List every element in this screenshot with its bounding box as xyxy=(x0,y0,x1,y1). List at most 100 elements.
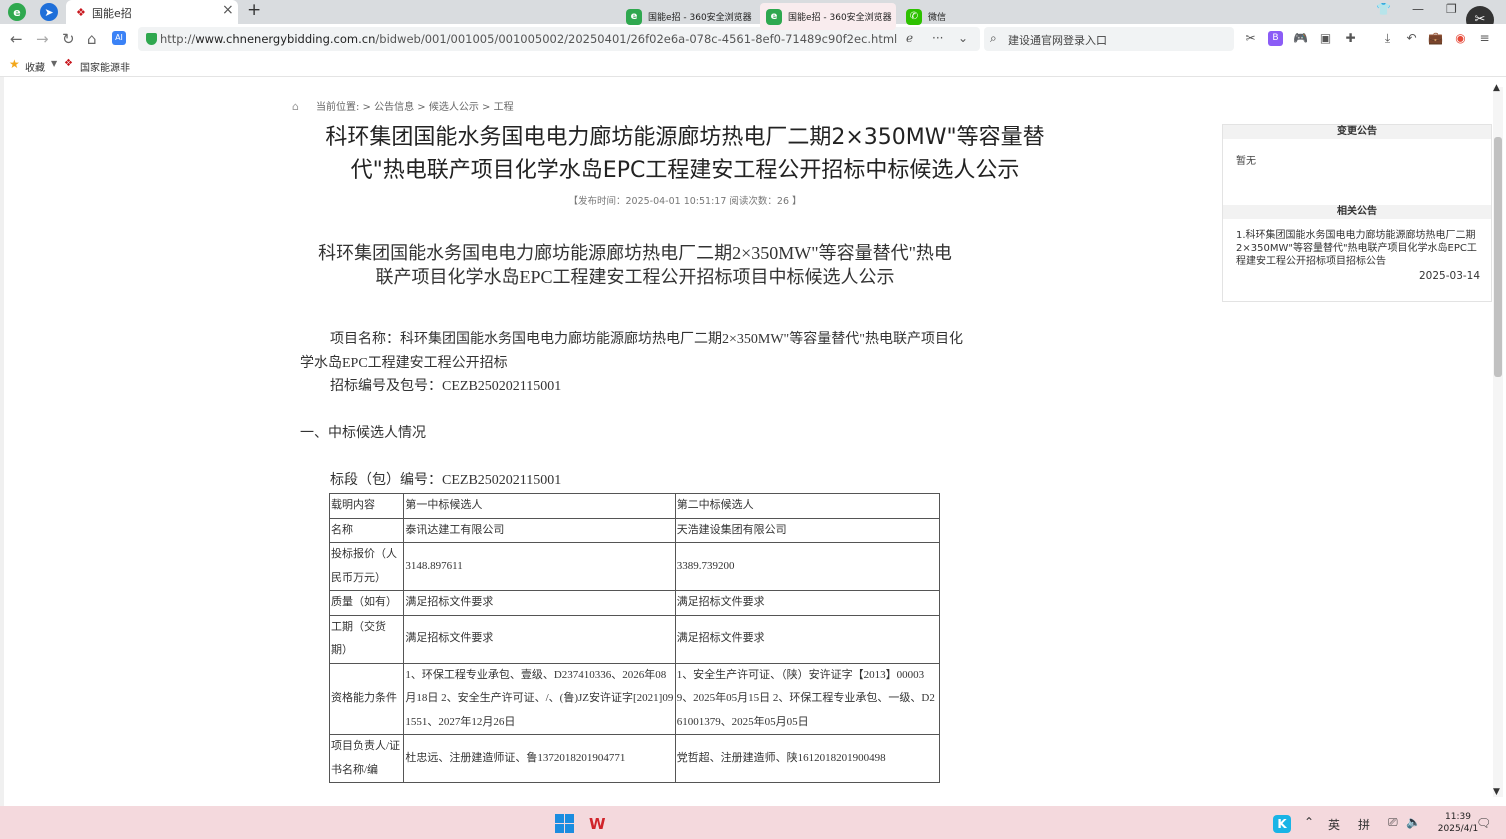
related-notice-header: 相关公告 xyxy=(1223,205,1491,219)
guoneng-logo-icon: ❖ xyxy=(64,58,73,69)
project-name: 项目名称：科环集团国能水务国电电力廊坊能源廊坊热电厂二期2×350MW"等容量替… xyxy=(300,332,963,371)
skin-icon[interactable]: 👕 xyxy=(1376,2,1391,16)
page-content: ⌂ 当前位置: > 公告信息 > 候选人公示 > 工程 科环集团国能水务国电电力廊… xyxy=(0,77,1506,806)
table-row: 项目负责人/证书名称/编 杜忠远、注册建造师证、鲁137201820190477… xyxy=(328,734,941,783)
side-panel: 变更公告 暂无 相关公告 1.科环集团国能水务国电电力廊坊能源廊坊热电厂二期2×… xyxy=(1222,124,1492,302)
table-row: 名称 泰讯达建工有限公司 天浩建设集团有限公司 xyxy=(328,517,941,543)
page-scrollbar[interactable]: ▲ ▼ xyxy=(1493,83,1503,797)
download-icon[interactable]: ⤓ xyxy=(1380,31,1395,46)
back-icon[interactable]: ← xyxy=(10,30,23,48)
bookmark-favorites[interactable]: 收藏 xyxy=(25,59,45,74)
guoneng-logo-icon: ❖ xyxy=(76,6,86,19)
volume-icon[interactable]: 🔈 xyxy=(1406,815,1421,829)
browser-logo-icon[interactable]: e xyxy=(8,3,26,21)
shield-icon xyxy=(146,33,157,45)
table-cell: 名称 xyxy=(328,517,405,543)
k-app-icon[interactable]: K xyxy=(1273,815,1291,833)
search-placeholder: 建设通官网登录入口 xyxy=(1008,34,1107,47)
change-notice-empty: 暂无 xyxy=(1236,156,1256,167)
section-heading: 一、中标候选人情况 xyxy=(300,426,426,441)
refresh-icon[interactable]: ↻ xyxy=(62,30,75,48)
tab-guoneng[interactable]: ❖ 国能e招 × xyxy=(66,0,238,24)
related-notice-link[interactable]: 1.科环集团国能水务国电电力廊坊能源廊坊热电厂二期2×350MW"等容量替代"热… xyxy=(1236,229,1481,268)
table-cell: 质量（如有） xyxy=(328,590,405,616)
minimize-icon[interactable]: — xyxy=(1412,2,1424,16)
game-icon[interactable]: 🎮 xyxy=(1293,31,1308,46)
table-cell: 1、安全生产许可证、（陕）安许证字【2013】000039、2025年05月15… xyxy=(674,662,941,735)
table-cell: 满足招标文件要求 xyxy=(403,614,676,664)
table-cell: 工期（交货期） xyxy=(328,614,405,664)
table-cell: 3148.897611 xyxy=(403,542,676,591)
table-cell: 资格能力条件 xyxy=(328,662,405,735)
table-cell: 满足招标文件要求 xyxy=(674,614,941,664)
taskbar-app-browser-2[interactable]: e 国能e招 - 360安全浏览器 xyxy=(760,3,896,30)
change-notice-header: 变更公告 xyxy=(1223,125,1491,139)
url-domain: www.chnenergybidding.com.cn xyxy=(195,32,376,46)
cut-icon[interactable]: ✂ xyxy=(1243,31,1258,46)
color-circle-icon[interactable]: ◉ xyxy=(1453,31,1468,46)
table-row: 质量（如有） 满足招标文件要求 满足招标文件要求 xyxy=(328,590,941,616)
search-icon: ⌕ xyxy=(990,31,997,45)
close-tab-icon[interactable]: × xyxy=(222,2,234,18)
table-cell: 满足招标文件要求 xyxy=(674,590,941,616)
ai-icon[interactable]: AI xyxy=(112,31,126,45)
scroll-down-icon[interactable]: ▼ xyxy=(1493,787,1500,797)
restore-icon[interactable]: ❐ xyxy=(1446,2,1457,16)
table-cell: 党哲超、注册建造师、陕1612018201900498 xyxy=(674,734,941,783)
notification-icon[interactable]: 🗨 xyxy=(1476,816,1491,830)
extension-purple-icon[interactable]: B xyxy=(1268,31,1283,46)
scroll-up-icon[interactable]: ▲ xyxy=(1493,83,1500,93)
breadcrumb-text[interactable]: 当前位置: > 公告信息 > 候选人公示 > 工程 xyxy=(316,102,514,113)
tab-title: 国能e招 xyxy=(92,7,132,20)
table-cell: 泰讯达建工有限公司 xyxy=(403,517,676,543)
taskbar-app-browser-1[interactable]: e 国能e招 - 360安全浏览器 xyxy=(620,3,756,30)
sidebar-icon[interactable]: ▣ xyxy=(1318,31,1333,46)
table-cell: 3389.739200 xyxy=(674,542,941,591)
windows-start-icon[interactable] xyxy=(555,814,574,833)
table-cell: 满足招标文件要求 xyxy=(403,590,676,616)
page-title-line1: 科环集团国能水务国电电力廊坊能源廊坊热电厂二期2×350MW"等容量替 xyxy=(325,125,1045,150)
home-icon[interactable]: ⌂ xyxy=(292,100,304,113)
wechat-icon: ✆ xyxy=(906,8,922,25)
wps-icon[interactable]: W xyxy=(589,815,606,833)
taskbar-app-wechat[interactable]: ✆ 微信 xyxy=(900,3,956,30)
star-icon: ★ xyxy=(9,57,20,71)
chevron-down-icon[interactable]: ⌄ xyxy=(958,31,968,45)
undo-icon[interactable]: ↶ xyxy=(1404,31,1419,46)
bookmark-site[interactable]: 国家能源非 xyxy=(80,59,130,74)
search-input[interactable]: ⌕ 建设通官网登录入口 xyxy=(984,27,1234,51)
scrollbar-thumb[interactable] xyxy=(1494,137,1502,377)
chevron-down-icon[interactable]: ▼ xyxy=(51,59,57,68)
network-icon[interactable]: ⎚ xyxy=(1388,815,1398,830)
table-cell: 杜忠远、注册建造师证、鲁1372018201904771 xyxy=(403,734,676,783)
bid-number: 招标编号及包号：CEZB250202115001 xyxy=(330,379,562,394)
table-cell: 1、环保工程专业承包、壹级、D237410336、2026年08月18日 2、安… xyxy=(403,662,676,735)
home-icon[interactable]: ⌂ xyxy=(87,30,97,48)
lot-number: 标段（包）编号：CEZB250202115001 xyxy=(330,473,562,488)
browser-logo-icon: e xyxy=(766,8,782,25)
ime-english[interactable]: 英 xyxy=(1328,816,1340,833)
table-header-row: 载明内容 第一中标候选人 第二中标候选人 xyxy=(328,493,941,519)
more-icon[interactable]: ··· xyxy=(932,31,943,45)
extensions-icon[interactable]: ✚ xyxy=(1343,31,1358,46)
left-gutter xyxy=(0,77,4,806)
send-icon[interactable]: ➤ xyxy=(40,3,58,21)
table-cell: 项目负责人/证书名称/编 xyxy=(328,734,405,783)
chevron-up-icon[interactable]: ⌃ xyxy=(1304,815,1314,829)
new-tab-button[interactable]: + xyxy=(247,0,261,20)
table-cell: 天浩建设集团有限公司 xyxy=(674,517,941,543)
menu-icon[interactable]: ≡ xyxy=(1477,31,1492,46)
document-title: 科环集团国能水务国电电力廊坊能源廊坊热电厂二期2×350MW"等容量替代"热电 … xyxy=(318,243,952,287)
table-cell: 第二中标候选人 xyxy=(674,493,941,519)
table-cell: 第一中标候选人 xyxy=(403,493,676,519)
table-row: 投标报价（人民币万元） 3148.897611 3389.739200 xyxy=(328,542,941,591)
table-cell: 投标报价（人民币万元） xyxy=(328,542,405,591)
url-path: /bidweb/001/001005/001005002/20250401/26… xyxy=(375,32,898,46)
ime-pinyin[interactable]: 拼 xyxy=(1358,816,1370,833)
browser-logo-icon: e xyxy=(626,8,642,25)
publish-meta: 【发布时间：2025-04-01 10:51:17 阅读次数：26 】 xyxy=(568,196,802,207)
briefcase-icon[interactable]: 💼 xyxy=(1428,31,1443,46)
ie-mode-icon[interactable]: ℯ xyxy=(906,31,913,45)
url-field[interactable]: http://www.chnenergybidding.com.cn/bidwe… xyxy=(138,27,980,51)
forward-icon[interactable]: → xyxy=(36,30,49,48)
